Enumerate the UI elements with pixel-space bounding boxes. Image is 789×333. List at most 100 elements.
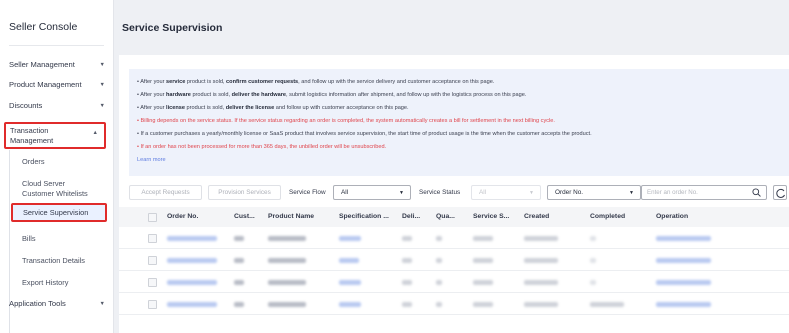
table-row[interactable] (119, 227, 789, 249)
blurred-order-no[interactable] (167, 302, 217, 307)
blurred-cell (436, 280, 442, 285)
blurred-operation[interactable] (656, 236, 711, 241)
sidebar-item-product-management[interactable]: Product Management ▼ (9, 80, 107, 89)
content-panel: • After your service product is sold, co… (119, 55, 789, 333)
service-status-select[interactable]: All ▼ (471, 185, 541, 200)
column-header[interactable]: Created (524, 213, 549, 220)
column-header[interactable]: Order No. (167, 213, 198, 220)
blurred-cell (234, 236, 244, 241)
column-header[interactable]: Product Name (268, 213, 314, 220)
blurred-cell (590, 258, 596, 263)
row-checkbox[interactable] (148, 300, 157, 309)
notice-panel: • After your service product is sold, co… (129, 69, 789, 176)
service-flow-label: Service Flow (289, 189, 326, 196)
column-header[interactable]: Completed (590, 213, 625, 220)
service-flow-select[interactable]: All ▼ (333, 185, 411, 200)
blurred-order-no[interactable] (167, 236, 217, 241)
sidebar-item-transaction-management[interactable]: Transaction Management ▲ (4, 122, 106, 149)
accept-requests-button[interactable]: Accept Requests (129, 185, 202, 200)
blurred-cell (234, 258, 244, 263)
blurred-order-no[interactable] (167, 258, 217, 263)
notice-line: • If a customer purchases a yearly/month… (137, 131, 592, 137)
table-row[interactable] (119, 249, 789, 271)
sidebar-item-application-tools[interactable]: Application Tools ▼ (9, 299, 107, 308)
blurred-cell (590, 236, 596, 241)
sidebar-item-discounts[interactable]: Discounts ▼ (9, 101, 107, 110)
sidebar-item-label: Application Tools (9, 299, 66, 308)
blurred-cell (339, 302, 361, 307)
blurred-cell (268, 302, 306, 307)
column-header[interactable]: Service S... (473, 213, 509, 220)
caret-down-icon: ▼ (529, 190, 534, 196)
column-header[interactable]: Cust... (234, 213, 255, 220)
blurred-cell (436, 302, 442, 307)
blurred-cell (524, 280, 558, 285)
blurred-operation[interactable] (656, 258, 711, 263)
sidebar-subitem-service-supervision[interactable]: Service Supervision (11, 203, 107, 222)
blurred-cell (268, 258, 306, 263)
blurred-operation[interactable] (656, 302, 711, 307)
chevron-down-icon: ▼ (99, 102, 105, 109)
blurred-cell (436, 258, 442, 263)
blurred-cell (436, 236, 442, 241)
notice-line: • After your service product is sold, co… (137, 79, 495, 85)
sidebar-subitem-whitelists[interactable]: Cloud Server Customer Whitelists (22, 179, 88, 198)
column-header[interactable]: Qua... (436, 213, 455, 220)
search-icon[interactable] (752, 188, 761, 197)
blurred-cell (402, 302, 412, 307)
blurred-cell (402, 258, 412, 263)
caret-down-icon: ▼ (399, 190, 404, 196)
blurred-cell (524, 236, 558, 241)
row-checkbox[interactable] (148, 234, 157, 243)
sidebar-item-label: Seller Management (9, 60, 75, 69)
order-search-input[interactable]: Enter an order No. (641, 185, 767, 200)
chevron-up-icon: ▲ (92, 130, 98, 136)
main-area: Service Supervision • After your service… (114, 0, 789, 333)
sidebar-subitem-bills[interactable]: Bills (22, 234, 36, 244)
column-header[interactable]: Deli... (402, 213, 420, 220)
search-field-select[interactable]: Order No. ▼ (547, 185, 641, 200)
blurred-cell (473, 302, 493, 307)
sidebar-subitem-export-history[interactable]: Export History (22, 278, 68, 288)
blurred-cell (473, 258, 493, 263)
select-all-checkbox[interactable] (148, 213, 157, 222)
notice-line: • After your license product is sold, de… (137, 105, 409, 111)
blurred-operation[interactable] (656, 280, 711, 285)
sidebar: Seller Console Seller Management ▼ Produ… (0, 0, 114, 333)
column-header[interactable]: Operation (656, 213, 688, 220)
caret-down-icon: ▼ (629, 190, 634, 196)
blurred-cell (473, 236, 493, 241)
sidebar-divider (9, 45, 104, 46)
blurred-order-no[interactable] (167, 280, 217, 285)
sidebar-subitem-transaction-details[interactable]: Transaction Details (22, 256, 85, 266)
learn-more-link[interactable]: Learn more (137, 157, 166, 163)
refresh-icon (776, 188, 785, 198)
blurred-cell (339, 236, 361, 241)
sidebar-item-label: Transaction Management (10, 126, 54, 145)
blurred-cell (339, 280, 361, 285)
table-header: Order No. Cust... Product Name Specifica… (119, 207, 789, 227)
sidebar-item-seller-management[interactable]: Seller Management ▼ (9, 60, 107, 69)
row-checkbox[interactable] (148, 278, 157, 287)
blurred-cell (473, 280, 493, 285)
chevron-down-icon: ▼ (99, 81, 105, 88)
table-row[interactable] (119, 293, 789, 315)
provision-services-button[interactable]: Provision Services (208, 185, 281, 200)
blurred-cell (402, 236, 412, 241)
table-row[interactable] (119, 271, 789, 293)
column-header[interactable]: Specification ... (339, 213, 389, 220)
console-title: Seller Console (9, 21, 78, 33)
chevron-down-icon: ▼ (99, 61, 105, 68)
row-checkbox[interactable] (148, 256, 157, 265)
blurred-cell (402, 280, 412, 285)
blurred-cell (234, 280, 244, 285)
blurred-cell (590, 280, 596, 285)
chevron-down-icon: ▼ (99, 300, 105, 307)
blurred-cell (524, 258, 558, 263)
refresh-button[interactable] (773, 185, 787, 200)
notice-line-unsubscribe: • If an order has not been processed for… (137, 144, 387, 150)
sidebar-subitem-orders[interactable]: Orders (22, 157, 45, 167)
notice-line: • After your hardware product is sold, d… (137, 92, 527, 98)
service-status-label: Service Status (419, 189, 461, 196)
blurred-cell (268, 236, 306, 241)
